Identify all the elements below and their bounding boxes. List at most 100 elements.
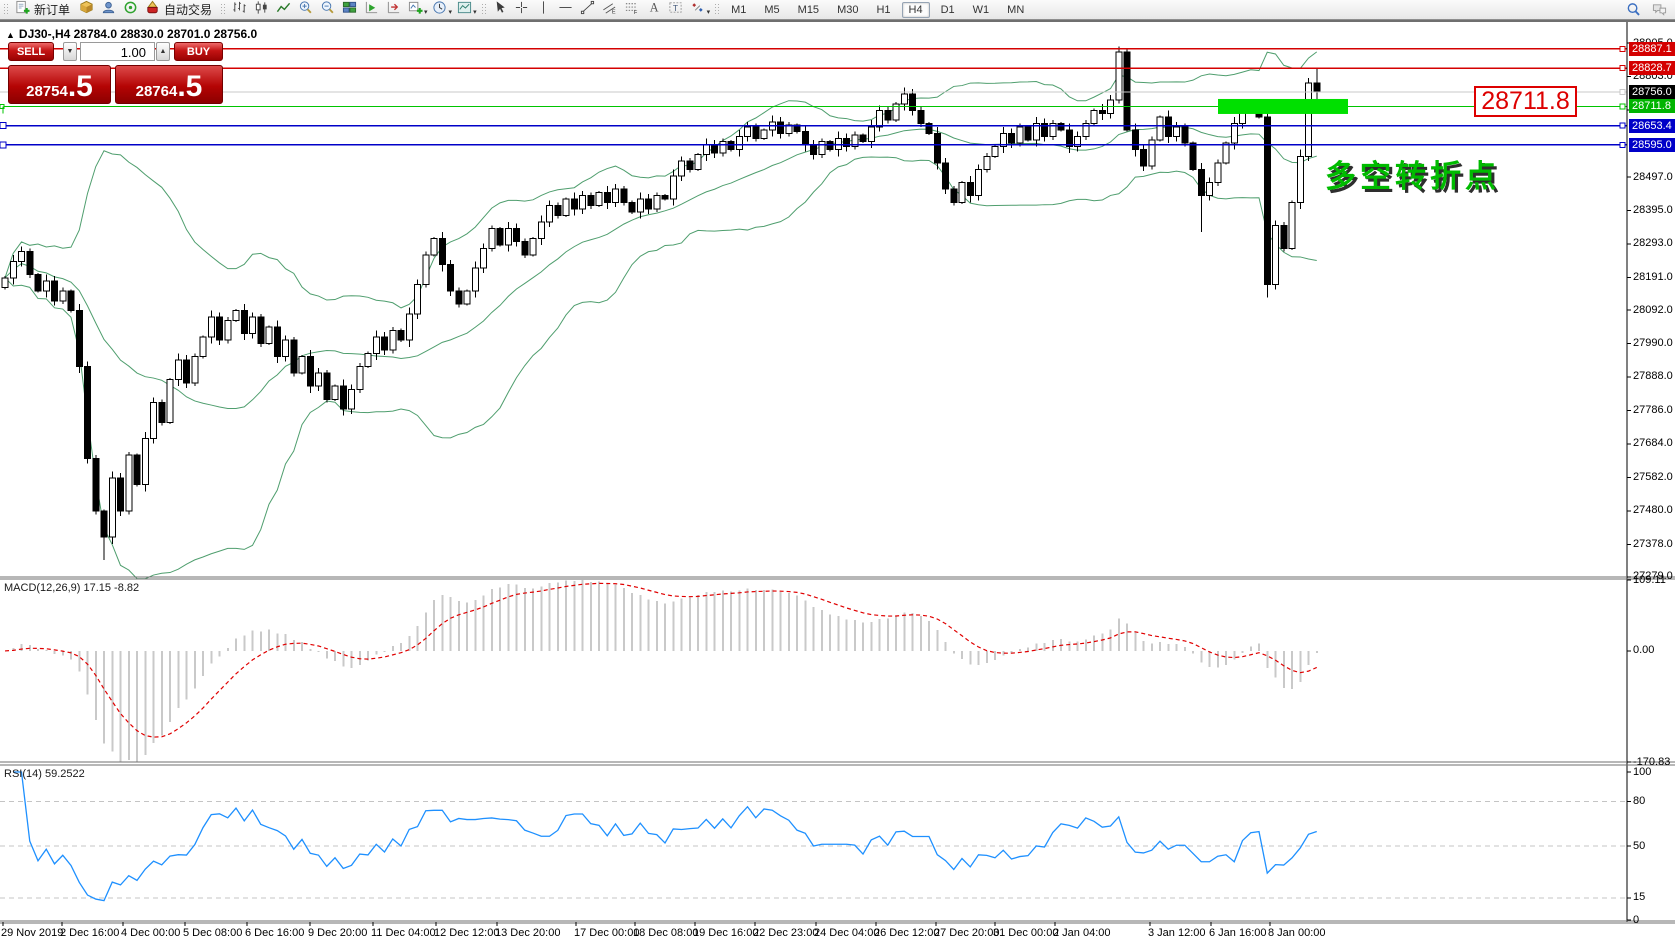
signals-button[interactable]: [119, 1, 141, 18]
indicators-button[interactable]: [404, 1, 426, 18]
chevron-down-icon[interactable]: ▾: [424, 8, 428, 16]
zoom-in-icon: [298, 0, 313, 20]
price-tick-label: 27684.0: [1633, 437, 1673, 450]
window-edge: [0, 20, 1675, 22]
chart-line-button[interactable]: [272, 1, 294, 18]
crosshair-icon: [514, 0, 529, 20]
rsi-axis-label: 0: [1633, 914, 1639, 927]
macd-axis-label: 0.00: [1633, 644, 1654, 657]
price-tick-label: 27786.0: [1633, 404, 1673, 417]
time-axis-label: 6 Jan 16:00: [1209, 927, 1267, 940]
support-zone-rectangle[interactable]: [1218, 99, 1348, 114]
sell-price-frac: .5: [68, 74, 93, 100]
chevron-down-icon[interactable]: ▾: [707, 8, 711, 16]
price-tick-label: 27582.0: [1633, 471, 1673, 484]
templates-icon: [457, 0, 472, 20]
toolbar-group-handle[interactable]: [220, 3, 225, 16]
volume-input[interactable]: 1.00: [80, 42, 155, 61]
zoom-in-button[interactable]: [294, 1, 316, 18]
price-tick-label: 28497.0: [1633, 171, 1673, 184]
label-button[interactable]: T: [665, 1, 687, 18]
indicators-icon: [408, 0, 423, 20]
periods-button[interactable]: [429, 1, 451, 18]
sell-price-main: 28754: [26, 83, 68, 100]
cursor-icon: [492, 0, 507, 20]
fibo-icon: F: [624, 0, 639, 20]
timeframe-button-h1[interactable]: H1: [869, 2, 897, 18]
cursor-button[interactable]: [489, 1, 511, 18]
price-badge: 28887.1: [1629, 42, 1675, 56]
chart-bars-button[interactable]: [228, 1, 250, 18]
toolbar-label[interactable]: 新订单: [34, 1, 70, 18]
search-icon[interactable]: [1622, 1, 1644, 18]
timeframe-button-mn[interactable]: MN: [1000, 2, 1031, 18]
trendline-icon: [580, 0, 595, 20]
arrows-icon: [690, 0, 705, 20]
crosshair-button[interactable]: [511, 1, 533, 18]
toolbar-group-handle[interactable]: [3, 3, 8, 16]
time-axis-label: 5 Dec 08:00: [183, 927, 242, 940]
hline-button[interactable]: [555, 1, 577, 18]
timeframe-button-m1[interactable]: M1: [724, 2, 753, 18]
time-axis-label: 27 Dec 20:00: [934, 927, 999, 940]
tile-windows-button[interactable]: [338, 1, 360, 18]
price-callout-label[interactable]: 28711.8: [1474, 86, 1577, 117]
toolbar-group-handle[interactable]: [481, 3, 486, 16]
market-watch-button[interactable]: [97, 1, 119, 18]
timeframe-button-w1[interactable]: W1: [966, 2, 997, 18]
templates-button[interactable]: [453, 1, 475, 18]
metaeditor-button[interactable]: [75, 1, 97, 18]
svg-text:E: E: [612, 9, 616, 14]
timeframe-button-m30[interactable]: M30: [830, 2, 865, 18]
volume-increase-button[interactable]: ▲: [156, 42, 170, 61]
timeframe-button-m15[interactable]: M15: [791, 2, 826, 18]
price-tick-label: 28395.0: [1633, 204, 1673, 217]
time-axis-label: 6 Dec 16:00: [245, 927, 304, 940]
toolbar-label[interactable]: 自动交易: [164, 1, 212, 18]
buy-price-main: 28764: [136, 83, 178, 100]
autotrading-button[interactable]: [141, 1, 163, 18]
volume-decrease-button[interactable]: ▼: [63, 42, 77, 61]
fibo-button[interactable]: F: [621, 1, 643, 18]
arrows-button[interactable]: [687, 1, 709, 18]
buy-button[interactable]: BUY: [174, 42, 223, 61]
price-badge: 28711.8: [1629, 99, 1675, 113]
zoom-out-button[interactable]: [316, 1, 338, 18]
chart-shift-button[interactable]: [382, 1, 404, 18]
price-badge: 28756.0: [1629, 85, 1675, 99]
market-watch-icon: [101, 0, 116, 20]
tile-windows-icon: [342, 0, 357, 20]
svg-text:A: A: [650, 0, 659, 14]
vline-button[interactable]: [533, 1, 555, 18]
price-badge: 28828.7: [1629, 61, 1675, 75]
sell-button[interactable]: SELL: [8, 42, 54, 61]
price-badge: 28653.4: [1629, 119, 1675, 133]
autoscroll-button[interactable]: [360, 1, 382, 18]
collapse-panel-icon[interactable]: ▲: [6, 30, 15, 40]
time-axis-label: 2 Jan 04:00: [1053, 927, 1111, 940]
chart-shift-icon: [386, 0, 401, 20]
timeframe-button-h4[interactable]: H4: [902, 2, 930, 18]
chat-icon[interactable]: [1648, 1, 1670, 18]
timeframe-button-d1[interactable]: D1: [934, 2, 962, 18]
chart-title: ▲ DJ30-,H4 28784.0 28830.0 28701.0 28756.…: [6, 27, 257, 41]
chart-title-text: DJ30-,H4 28784.0 28830.0 28701.0 28756.0: [19, 27, 257, 41]
chevron-down-icon[interactable]: ▾: [449, 8, 453, 16]
toolbar-group-handle[interactable]: [714, 3, 719, 16]
timeframe-button-m5[interactable]: M5: [757, 2, 786, 18]
svg-text:T: T: [673, 2, 678, 12]
price-tick-label: 27480.0: [1633, 504, 1673, 517]
chart-candles-button[interactable]: [250, 1, 272, 18]
trendline-button[interactable]: [577, 1, 599, 18]
channel-button[interactable]: E: [599, 1, 621, 18]
label-icon: T: [668, 0, 683, 20]
turning-point-annotation[interactable]: 多空转折点: [1325, 151, 1500, 196]
sell-price-display[interactable]: 28754.5: [8, 65, 111, 104]
toolbar-group-chart-tools: ▾ ▾ ▾: [228, 0, 478, 19]
time-axis-label: 9 Dec 20:00: [308, 927, 367, 940]
new-order-button[interactable]: [11, 1, 33, 18]
time-axis-label: 24 Dec 04:00: [814, 927, 879, 940]
text-button[interactable]: A: [643, 1, 665, 18]
chevron-down-icon[interactable]: ▾: [473, 8, 477, 16]
buy-price-display[interactable]: 28764.5: [115, 65, 223, 104]
